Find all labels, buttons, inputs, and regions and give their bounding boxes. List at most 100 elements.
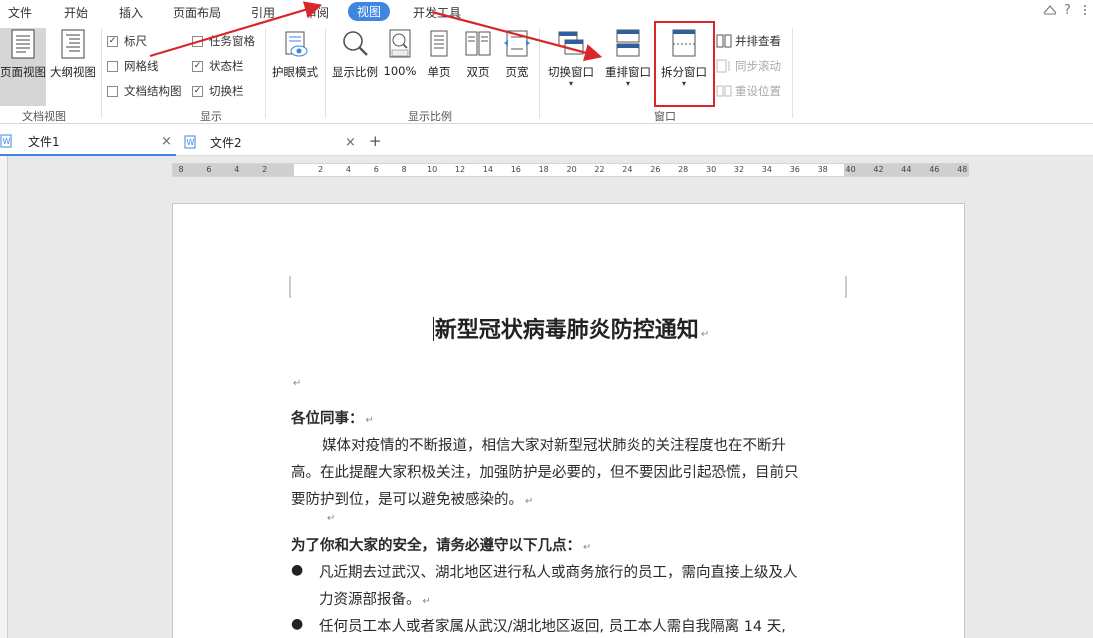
sync-scroll-label: 同步滚动 bbox=[735, 59, 781, 73]
checkbox-checked-icon: ✓ bbox=[192, 60, 203, 72]
status-bar-label: 状态栏 bbox=[209, 59, 244, 73]
paragraph-mark: ↵ bbox=[293, 378, 302, 389]
paragraph-mark: ↵ bbox=[583, 542, 592, 553]
arrange-windows-label: 重排窗口 bbox=[605, 65, 651, 79]
eye-protection-button[interactable]: 护眼模式 bbox=[268, 28, 322, 106]
two-pages-label: 双页 bbox=[466, 65, 490, 79]
page-width-button[interactable]: 页宽 bbox=[500, 28, 534, 106]
one-page-icon bbox=[430, 30, 448, 57]
paragraph-line: 媒体对疫情的不断报道，相信大家对新型冠状肺炎的关注程度也在不断升 bbox=[322, 438, 786, 454]
menu-review[interactable]: 审阅 bbox=[305, 4, 329, 21]
ruler-checkbox[interactable]: ✓ 标尺 bbox=[107, 33, 147, 49]
ruler-tick-label: 4 bbox=[234, 165, 240, 174]
horizontal-ruler[interactable]: 8 6 4 2 2 4 6 8 10 12 14 16 18 20 22 24 26 28 30 32 34 36 38 40… bbox=[172, 163, 969, 177]
close-icon[interactable]: × bbox=[345, 135, 356, 150]
collapse-ribbon-icon[interactable] bbox=[1042, 3, 1058, 19]
one-page-button[interactable]: 单页 bbox=[422, 28, 456, 106]
bullet-icon: ● bbox=[291, 562, 304, 578]
help-icon[interactable]: ? bbox=[1064, 3, 1071, 18]
document-page[interactable]: 新型冠状病毒肺炎防控通知 ↵ ↵ 各位同事： ↵ 媒体对疫情的不断报道，相信大家对新… bbox=[172, 203, 965, 638]
menu-bar: 文件 开始 插入 页面布局 引用 审阅 视图 开发工具 ? bbox=[0, 0, 1093, 24]
dropdown-caret-icon: ▾ bbox=[625, 79, 630, 88]
menu-insert[interactable]: 插入 bbox=[119, 4, 143, 21]
tab-document-1[interactable]: W 文件1 × bbox=[0, 128, 176, 156]
svg-text:W: W bbox=[187, 138, 195, 147]
document-tab-bar: W 文件1 × W 文件2 × + bbox=[0, 124, 1093, 156]
zoom-button[interactable]: 显示比例 bbox=[329, 28, 381, 106]
arrange-windows-button[interactable]: 重排窗口 ▾ bbox=[601, 28, 655, 106]
ruler-tick-label: 38 bbox=[817, 165, 828, 174]
zoom-group-label: 显示比例 bbox=[408, 110, 452, 123]
task-pane-label: 任务窗格 bbox=[209, 34, 255, 48]
two-pages-button[interactable]: 双页 bbox=[461, 28, 495, 106]
zoom-100-label: 100% bbox=[383, 64, 417, 78]
outline-view-button[interactable]: 大纲视图 bbox=[48, 28, 98, 106]
sync-scroll-icon bbox=[716, 59, 732, 73]
ruler-tick-label: 4 bbox=[345, 165, 351, 174]
page-view-icon bbox=[11, 29, 35, 59]
ruler-tick-label: 26 bbox=[650, 165, 661, 174]
tab-document-2[interactable]: W 文件2 × bbox=[180, 128, 360, 156]
outline-view-label: 大纲视图 bbox=[50, 65, 96, 79]
ruler-tick-label: 20 bbox=[566, 165, 577, 174]
more-icon[interactable] bbox=[1080, 3, 1090, 21]
ruler-tick-label: 12 bbox=[454, 165, 466, 174]
ruler-tick-label: 2 bbox=[317, 165, 324, 174]
zoom-100-button[interactable]: 100% bbox=[382, 28, 418, 106]
eye-protection-icon bbox=[285, 31, 308, 57]
page-view-button[interactable]: 页面视图 bbox=[0, 28, 46, 106]
tab-bar-checkbox[interactable]: ✓ 切换栏 bbox=[192, 83, 244, 99]
menu-references[interactable]: 引用 bbox=[251, 4, 275, 21]
ruler-tick-label: 32 bbox=[733, 165, 745, 174]
checkbox-unchecked-icon bbox=[107, 60, 118, 72]
ruler-tick-label: 44 bbox=[901, 165, 912, 174]
menu-view[interactable]: 视图 bbox=[348, 2, 391, 21]
magnifier-icon bbox=[343, 31, 368, 56]
margin-corner-mark bbox=[845, 276, 847, 298]
new-tab-button[interactable]: + bbox=[369, 132, 382, 150]
reset-position-button[interactable]: 重设位置 bbox=[716, 83, 781, 99]
tab-label: 文件2 bbox=[210, 135, 242, 150]
ruler-tick-label: 36 bbox=[789, 165, 800, 174]
zoom-label: 显示比例 bbox=[332, 65, 378, 79]
menu-home[interactable]: 开始 bbox=[64, 4, 88, 21]
paragraph-mark: ↵ bbox=[327, 513, 336, 524]
one-page-label: 单页 bbox=[427, 65, 451, 79]
task-pane-checkbox[interactable]: 任务窗格 bbox=[192, 33, 255, 49]
paragraph-mark: ↵ bbox=[700, 329, 710, 340]
status-bar-checkbox[interactable]: ✓ 状态栏 bbox=[192, 58, 244, 74]
document-title[interactable]: 新型冠状病毒肺炎防控通知 ↵ bbox=[291, 312, 851, 344]
gridlines-checkbox[interactable]: 网格线 bbox=[107, 58, 159, 74]
sync-scroll-button[interactable]: 同步滚动 bbox=[716, 58, 781, 74]
switch-window-button[interactable]: 切换窗口 ▾ bbox=[544, 28, 598, 106]
page-view-label: 页面视图 bbox=[0, 65, 46, 79]
menu-file[interactable]: 文件 bbox=[8, 4, 32, 21]
doc-map-label: 文档结构图 bbox=[124, 84, 182, 98]
close-icon[interactable]: × bbox=[161, 134, 172, 149]
greeting-line: 各位同事： ↵ bbox=[291, 407, 374, 428]
reset-position-icon bbox=[716, 84, 732, 98]
paragraph-mark: ↵ bbox=[365, 415, 374, 426]
menu-developer[interactable]: 开发工具 bbox=[413, 4, 461, 21]
doc-view-group-label: 文档视图 bbox=[22, 110, 66, 123]
ruler-tick-label: 24 bbox=[622, 165, 633, 174]
switch-window-label: 切换窗口 bbox=[548, 65, 594, 79]
page-width-label: 页宽 bbox=[505, 65, 529, 79]
zoom-100-icon bbox=[389, 29, 411, 58]
tab-bar-label: 切换栏 bbox=[209, 84, 244, 98]
paragraph-line: 要防护到位，是可以避免被感染的。 ↵ bbox=[291, 488, 533, 509]
show-group-label: 显示 bbox=[200, 110, 222, 123]
doc-map-checkbox[interactable]: 文档结构图 bbox=[107, 83, 182, 99]
empty-line: ↵ bbox=[325, 509, 335, 525]
heading-text: 为了你和大家的安全，请务必遵守以下几点： bbox=[291, 538, 581, 554]
page-width-icon bbox=[504, 30, 530, 57]
ruler-tick-label: 6 bbox=[373, 165, 379, 174]
arrange-windows-icon bbox=[616, 29, 640, 57]
menu-page-layout[interactable]: 页面布局 bbox=[173, 4, 221, 21]
checkbox-checked-icon: ✓ bbox=[192, 85, 203, 97]
two-pages-icon bbox=[465, 31, 491, 56]
ruler-tick-label: 30 bbox=[706, 165, 717, 174]
empty-line: ↵ bbox=[291, 374, 301, 390]
side-by-side-button[interactable]: 并排查看 bbox=[716, 33, 781, 49]
paragraph-mark: ↵ bbox=[422, 596, 431, 607]
